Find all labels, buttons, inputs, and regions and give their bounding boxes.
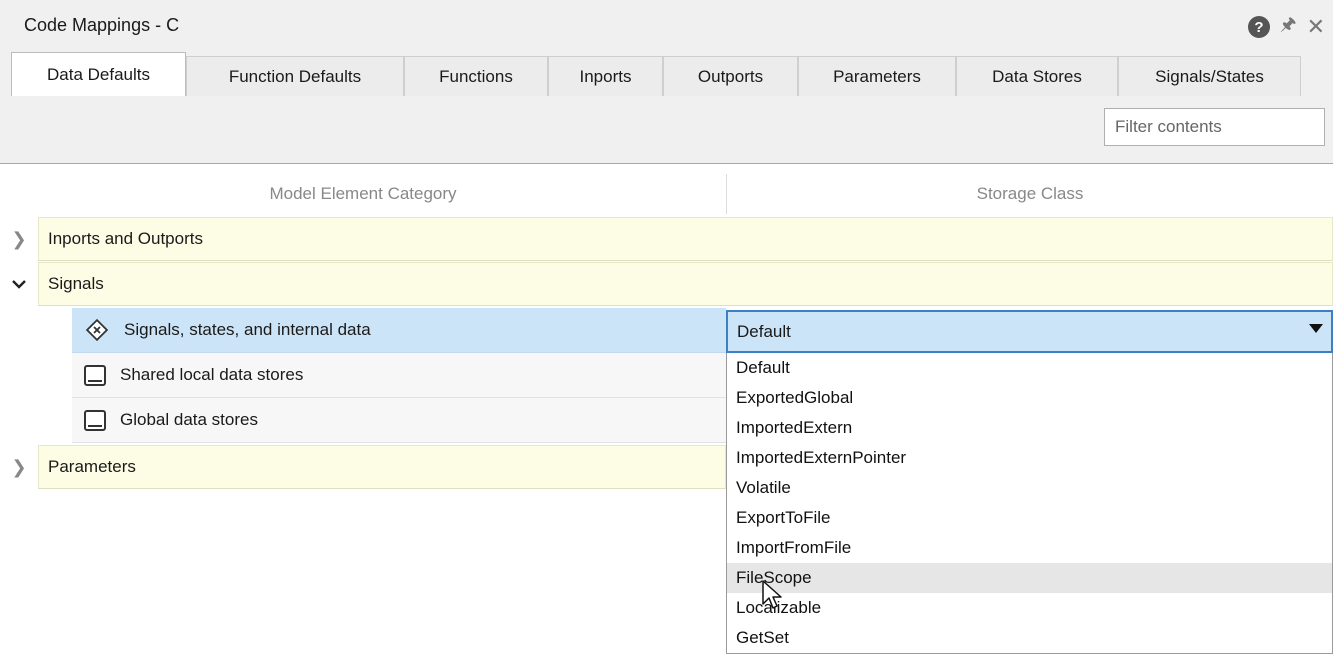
window-controls: ? 🖈 ✕ xyxy=(1247,12,1325,42)
option-volatile[interactable]: Volatile xyxy=(727,473,1332,503)
dropdown-arrow-icon[interactable] xyxy=(1309,324,1323,333)
tab-data-stores[interactable]: Data Stores xyxy=(956,56,1118,96)
data-store-icon xyxy=(84,409,106,431)
storage-class-select[interactable]: Default xyxy=(726,310,1333,353)
option-get-set[interactable]: GetSet xyxy=(727,623,1332,653)
data-store-icon xyxy=(84,364,106,386)
title-bar: Code Mappings - C ? 🖈 ✕ xyxy=(0,0,1333,52)
window-title: Code Mappings - C xyxy=(24,15,180,35)
storage-class-value: Default xyxy=(737,321,791,341)
tab-label: Data Stores xyxy=(992,66,1082,86)
tab-label: Parameters xyxy=(833,66,921,86)
tab-label: Outports xyxy=(697,66,764,86)
item-row-shared-local-data-stores[interactable]: Shared local data stores xyxy=(72,353,726,398)
help-icon[interactable]: ? xyxy=(1247,16,1270,38)
tab-label: Inports xyxy=(579,66,632,86)
column-header-storage-class[interactable]: Storage Class xyxy=(727,174,1333,214)
close-icon[interactable]: ✕ xyxy=(1307,16,1325,38)
column-header-category[interactable]: Model Element Category xyxy=(0,174,726,214)
group-label: Signals xyxy=(48,274,104,293)
group-row-signals[interactable]: Signals xyxy=(38,262,1333,306)
signal-icon xyxy=(84,317,110,343)
option-export-to-file[interactable]: ExportToFile xyxy=(727,503,1332,533)
item-row-signals-states[interactable]: Signals, states, and internal data xyxy=(72,308,726,353)
option-exported-global[interactable]: ExportedGlobal xyxy=(727,383,1332,413)
option-file-scope[interactable]: FileScope xyxy=(727,563,1332,593)
option-default[interactable]: Default xyxy=(727,353,1332,383)
chevron-right-icon[interactable]: ❯ xyxy=(6,445,32,489)
tab-strip: Data Defaults Function Defaults Function… xyxy=(0,52,1333,96)
option-localizable[interactable]: Localizable xyxy=(727,593,1332,623)
tab-label: Data Defaults xyxy=(47,64,150,84)
column-headers: Model Element Category Storage Class xyxy=(0,174,1333,214)
item-label: Global data stores xyxy=(120,410,258,429)
pin-icon[interactable]: 🖈 xyxy=(1280,12,1297,42)
group-label: Parameters xyxy=(48,457,136,476)
option-import-from-file[interactable]: ImportFromFile xyxy=(727,533,1332,563)
option-imported-extern[interactable]: ImportedExtern xyxy=(727,413,1332,443)
tab-function-defaults[interactable]: Function Defaults xyxy=(186,56,404,96)
item-label: Shared local data stores xyxy=(120,365,304,384)
tab-label: Functions xyxy=(439,66,513,86)
tab-functions[interactable]: Functions xyxy=(404,56,548,96)
tab-label: Function Defaults xyxy=(228,66,362,86)
item-row-global-data-stores[interactable]: Global data stores xyxy=(72,398,726,443)
toolbar xyxy=(0,96,1333,164)
tab-parameters[interactable]: Parameters xyxy=(798,56,956,96)
storage-class-dropdown: Default ExportedGlobal ImportedExtern Im… xyxy=(726,353,1333,654)
tab-data-defaults[interactable]: Data Defaults xyxy=(11,52,186,96)
item-label: Signals, states, and internal data xyxy=(124,320,371,339)
chevron-down-icon[interactable] xyxy=(6,262,32,306)
option-imported-extern-pointer[interactable]: ImportedExternPointer xyxy=(727,443,1332,473)
tab-signals-states[interactable]: Signals/States xyxy=(1118,56,1301,96)
chevron-right-icon[interactable]: ❯ xyxy=(6,217,32,261)
tab-label: Signals/States xyxy=(1155,66,1264,86)
group-row-parameters[interactable]: Parameters xyxy=(38,445,726,489)
tab-outports[interactable]: Outports xyxy=(663,56,798,96)
group-label: Inports and Outports xyxy=(48,229,203,248)
mouse-cursor-icon xyxy=(762,580,782,609)
group-row-inports-outports[interactable]: Inports and Outports xyxy=(38,217,1333,261)
filter-input[interactable] xyxy=(1104,108,1325,146)
tab-inports[interactable]: Inports xyxy=(548,56,663,96)
